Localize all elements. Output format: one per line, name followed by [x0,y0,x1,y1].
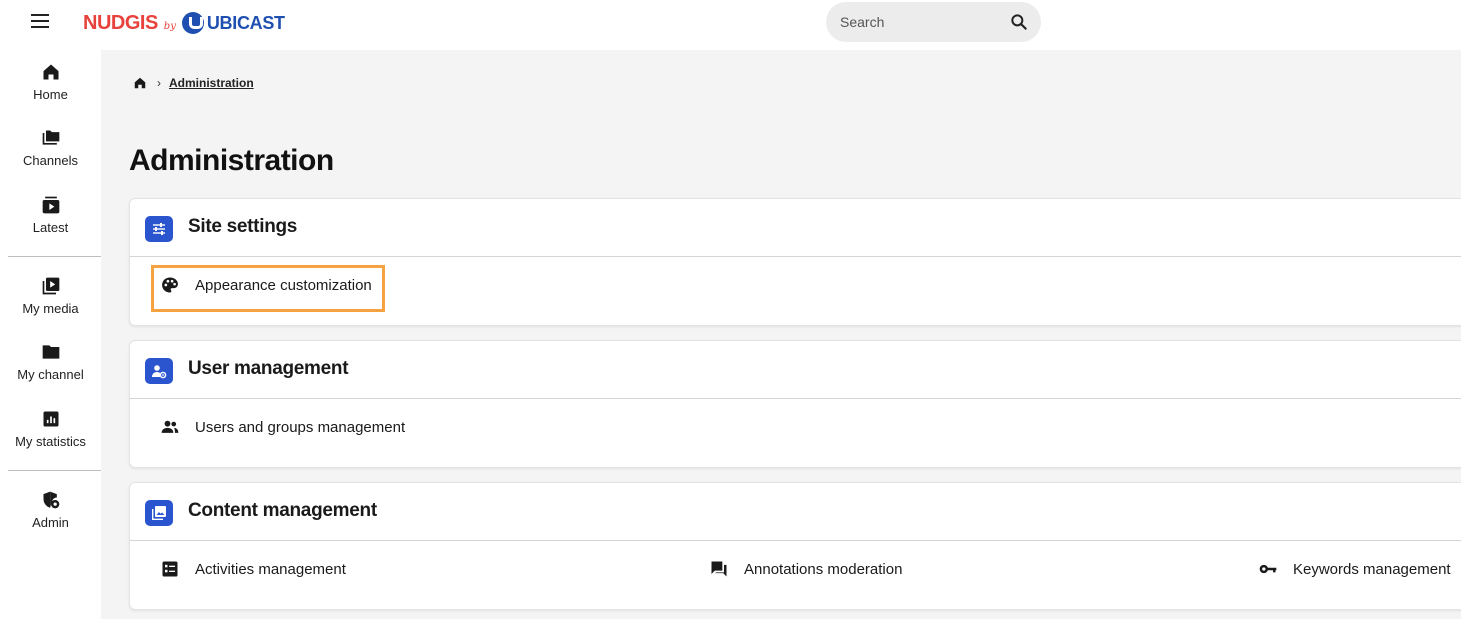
link-label: Activities management [195,560,346,578]
home-icon[interactable] [133,76,147,90]
user-settings-icon [145,358,173,384]
forum-icon [711,561,727,577]
search-icon[interactable] [1009,12,1029,32]
section-user-management: User management Users and groups managem… [129,340,1461,468]
logo-company: UBICAST [206,12,285,33]
section-header: User management [130,341,1461,399]
sidebar-item-home[interactable]: Home [0,62,101,104]
sidebar: Home Channels Latest My media My channel… [0,50,101,619]
home-icon [43,64,58,80]
folder-icon [42,345,59,359]
section-title: Site settings [188,216,298,237]
palette-icon [162,277,178,293]
key-icon [1259,564,1277,574]
statistics-icon [43,411,58,427]
sidebar-item-label: Latest [32,220,69,235]
sidebar-item-admin[interactable]: Admin [0,490,101,532]
section-title: User management [188,358,349,379]
top-bar: NUDGIS by UBICAST [0,0,1461,50]
logo-brand: NUDGIS [83,11,158,34]
sidebar-item-label: Admin [32,515,69,530]
sidebar-item-label: Channels [23,153,78,168]
admin-shield-icon [43,491,59,509]
breadcrumb-administration-link[interactable]: Administration [169,76,254,90]
sidebar-item-my-channel[interactable]: My channel [0,342,101,384]
sidebar-divider [8,256,101,257]
search-input[interactable] [840,11,1000,33]
section-header: Content management [130,483,1461,541]
appearance-customization-link[interactable]: Appearance customization [160,275,372,295]
folders-icon [42,130,59,145]
menu-icon[interactable] [31,14,49,28]
search-bar [826,2,1041,42]
ubicast-logo-icon [181,12,204,34]
sidebar-item-label: My statistics [15,434,86,449]
logo-by: by [163,20,176,32]
section-title: Content management [188,500,377,521]
logo[interactable]: NUDGIS by UBICAST [83,9,285,37]
sidebar-item-label: My media [22,301,79,316]
link-label: Appearance customization [195,276,372,294]
sidebar-item-latest[interactable]: Latest [0,195,101,237]
keywords-management-link[interactable]: Keywords management [1258,559,1451,579]
section-header: Site settings [130,199,1461,257]
section-site-settings: Site settings Appearance customization [129,198,1461,326]
link-label: Users and groups management [195,418,406,436]
latest-video-icon [42,196,59,214]
tune-icon [145,216,173,242]
main-content: › Administration Administration Site set… [101,50,1461,619]
link-label: Keywords management [1293,560,1451,578]
video-library-icon [42,277,59,295]
breadcrumb: › Administration [133,76,254,90]
link-label: Annotations moderation [744,560,903,578]
page-title: Administration [129,144,334,177]
sidebar-item-label: My channel [17,367,84,382]
group-icon [161,420,179,433]
users-groups-management-link[interactable]: Users and groups management [160,417,405,437]
section-content-management: Content management Activities management… [129,482,1461,610]
sidebar-item-label: Home [33,87,68,102]
sidebar-item-my-statistics[interactable]: My statistics [0,409,101,451]
annotations-moderation-link[interactable]: Annotations moderation [709,559,902,579]
activities-management-link[interactable]: Activities management [160,559,346,579]
photo-library-icon [145,500,173,526]
sidebar-divider [8,470,101,471]
chevron-right-icon: › [157,76,161,90]
sidebar-item-channels[interactable]: Channels [0,128,101,170]
sidebar-item-my-media[interactable]: My media [0,276,101,318]
list-icon [162,561,178,577]
